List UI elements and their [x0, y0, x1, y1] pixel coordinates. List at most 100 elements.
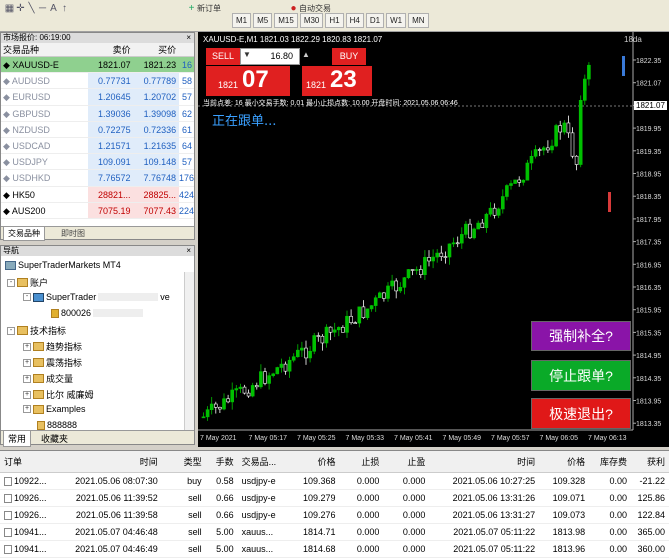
spread-cell: 57: [181, 92, 192, 103]
candle-body: [537, 149, 542, 151]
tf-h4[interactable]: H4: [345, 13, 364, 28]
expand-icon[interactable]: +: [23, 358, 31, 367]
th-size[interactable]: 手数: [206, 451, 238, 472]
market-row[interactable]: ◆ HK50 28821... 28825... 424: [1, 186, 194, 203]
lot-up-icon[interactable]: ▲: [302, 50, 310, 59]
table-row[interactable]: 10922... 2021.05.06 08:07:30 buy 0.58 usdjpy…: [0, 473, 669, 490]
market-row[interactable]: ◆ GBPUSD 1.39036 1.39098 62: [1, 105, 194, 122]
tab-favorites[interactable]: 收藏夹: [37, 432, 72, 445]
nav-volumes[interactable]: + 成交量: [23, 372, 73, 385]
collapse-icon[interactable]: -: [23, 293, 31, 301]
nav-account-number[interactable]: 800026: [51, 308, 144, 318]
table-row[interactable]: 10926... 2021.05.06 11:39:58 sell 0.66 usdjp…: [0, 507, 669, 524]
tf-w1[interactable]: W1: [386, 13, 407, 28]
market-row[interactable]: ◆ USDJPY 109.091 109.148 57: [1, 154, 194, 171]
close-icon[interactable]: ×: [186, 33, 191, 43]
tab-tick-chart[interactable]: 即时图: [57, 228, 89, 239]
header-bid[interactable]: 卖价: [88, 43, 134, 56]
expand-icon[interactable]: +: [23, 342, 31, 351]
market-row[interactable]: ◆ EURUSD 1.20645 1.20702 57: [1, 89, 194, 106]
th-tp[interactable]: 止盈: [383, 451, 429, 472]
candle-body: [533, 149, 538, 157]
nav-888888[interactable]: 888888: [37, 420, 77, 430]
toolbar-icons-left[interactable]: ▦ ✛ ╲ ─ A ↑: [4, 3, 70, 14]
tab-common[interactable]: 常用: [3, 431, 32, 447]
tf-d1[interactable]: D1: [365, 13, 385, 28]
crosshair-icon[interactable]: ✛: [15, 3, 26, 14]
candle-body: [382, 292, 386, 299]
candle-body: [566, 122, 571, 134]
expand-icon[interactable]: +: [23, 390, 31, 399]
th-sl[interactable]: 止损: [339, 451, 383, 472]
force-complete-button[interactable]: 强制补全?: [531, 321, 631, 351]
market-row[interactable]: ◆ USDCAD 1.21571 1.21635 64: [1, 137, 194, 155]
th-close-price[interactable]: 价格: [539, 451, 589, 472]
nav-trend[interactable]: + 趋势指标: [23, 340, 82, 353]
nav-root[interactable]: SuperTraderMarkets MT4: [5, 260, 121, 270]
sell-button[interactable]: SELL: [206, 48, 240, 65]
table-row[interactable]: 10941... 2021.05.07 04:46:49 sell 5.00 xauus…: [0, 541, 669, 558]
price-chart[interactable]: 1822.351821.071820.351819.951819.351818.…: [198, 32, 669, 447]
nav-oscillators[interactable]: + 震荡指标: [23, 356, 82, 369]
autotrade-button[interactable]: ● 自动交易: [288, 3, 331, 14]
th-time[interactable]: 时间: [52, 451, 162, 472]
market-row[interactable]: ◆ NZDUSD 0.72275 0.72336 61: [1, 121, 194, 138]
collapse-icon[interactable]: -: [7, 278, 15, 287]
candle-body: [287, 359, 292, 372]
expand-icon[interactable]: +: [23, 374, 31, 383]
tf-mn[interactable]: MN: [408, 13, 429, 28]
th-swap[interactable]: 库存费: [589, 451, 631, 472]
table-row[interactable]: 10941... 2021.05.07 04:46:48 sell 5.00 xauus…: [0, 524, 669, 541]
stop-follow-button[interactable]: 停止跟单?: [531, 360, 631, 391]
th-symbol[interactable]: 交易品...: [238, 451, 288, 472]
tab-symbols[interactable]: 交易品种: [3, 227, 45, 241]
tf-m5[interactable]: M5: [253, 13, 273, 28]
expand-icon[interactable]: +: [23, 405, 31, 413]
nav-accounts[interactable]: - 账户: [7, 276, 48, 289]
text-icon[interactable]: A: [48, 3, 59, 14]
candle-body: [341, 327, 345, 333]
nav-bill-williams[interactable]: + 比尔 威廉姆: [23, 388, 94, 401]
navigator-scrollbar[interactable]: [184, 272, 194, 432]
market-row[interactable]: ◆ AUS200 7075.19 7077.43 224: [1, 202, 194, 219]
collapse-icon[interactable]: -: [7, 326, 15, 335]
market-row[interactable]: ◆ AUDUSD 0.77731 0.77789 58: [1, 73, 194, 90]
cell-type: sell: [188, 510, 202, 520]
ask-cell: 1.21635: [133, 137, 180, 154]
header-symbol[interactable]: 交易品种: [1, 43, 88, 56]
th-type[interactable]: 类型: [162, 451, 206, 472]
chart-icon[interactable]: ▦: [4, 3, 15, 14]
buy-price-panel[interactable]: 1821 23: [302, 66, 372, 96]
tf-m15[interactable]: M15: [274, 13, 298, 28]
bid-cell: 1.20645: [88, 89, 134, 105]
tf-m1[interactable]: M1: [232, 13, 252, 28]
cell-close-price: 1813.98: [552, 527, 586, 537]
bid-cell: 28821...: [88, 186, 134, 202]
th-order[interactable]: 订单: [0, 451, 52, 472]
table-row[interactable]: 10926... 2021.05.06 11:39:52 sell 0.66 usdjp…: [0, 490, 669, 507]
candle-body: [328, 326, 333, 333]
market-row[interactable]: ◆ USDHKD 7.76572 7.76748 176: [1, 170, 194, 187]
close-icon[interactable]: ×: [186, 246, 191, 256]
hline-icon[interactable]: ─: [37, 3, 48, 14]
market-row[interactable]: ◆ XAUUSD-E 1821.07 1821.23 16: [1, 57, 194, 74]
sell-price-panel[interactable]: 1821 07: [206, 66, 290, 96]
th-close-time[interactable]: 时间: [429, 451, 539, 472]
nav-account-server[interactable]: - SuperTrader ve: [23, 292, 170, 302]
th-profit[interactable]: 获利: [631, 451, 669, 472]
tf-h1[interactable]: H1: [325, 13, 344, 28]
th-price[interactable]: 价格: [288, 451, 340, 472]
header-spread[interactable]: [179, 43, 194, 56]
quick-exit-button[interactable]: 极速退出?: [531, 398, 631, 429]
cell-price: 109.368: [302, 476, 336, 486]
tf-m30[interactable]: M30: [299, 13, 324, 28]
header-ask[interactable]: 买价: [134, 43, 180, 56]
lot-down-icon[interactable]: ▼: [243, 50, 251, 59]
line-icon[interactable]: ╲: [26, 3, 37, 14]
buy-button[interactable]: BUY: [332, 48, 366, 65]
nav-indicators[interactable]: - 技术指标: [7, 324, 66, 337]
arrow-icon[interactable]: ↑: [59, 3, 70, 14]
nav-examples[interactable]: + Examples: [23, 404, 86, 414]
candle-body: [267, 375, 271, 384]
new-order-button[interactable]: + 新订单: [186, 3, 221, 14]
